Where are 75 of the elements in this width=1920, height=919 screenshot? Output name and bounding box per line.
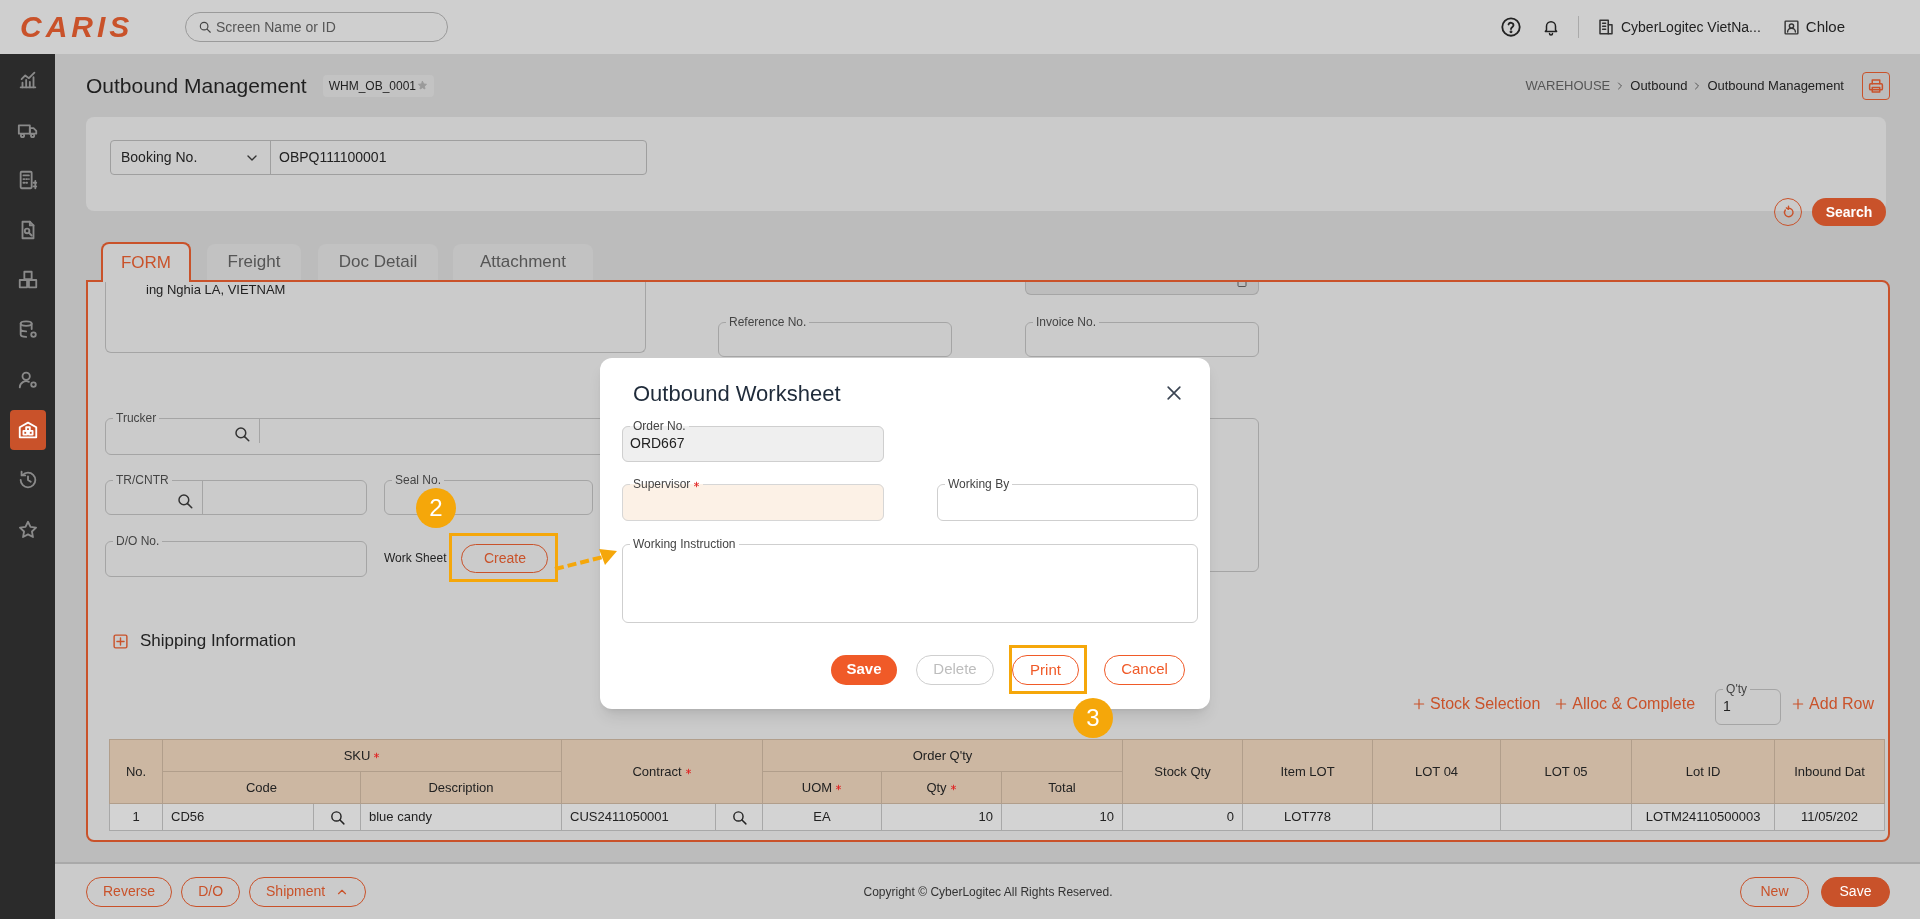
table-cell-text: CD56: [170, 808, 206, 827]
boxes-icon: [16, 269, 39, 291]
search-icon: [198, 20, 212, 34]
plus-icon: [1791, 697, 1806, 711]
column-header[interactable]: Contract: [561, 739, 763, 804]
printer-icon: [1867, 76, 1885, 95]
star-icon[interactable]: [417, 80, 429, 91]
search-icon[interactable]: [233, 425, 251, 443]
supervisor-field[interactable]: Supervisor: [622, 477, 884, 521]
tr-cntr-field[interactable]: TR/CNTR: [105, 473, 367, 515]
column-header[interactable]: LOT 05: [1500, 739, 1632, 804]
working-by-field[interactable]: Working By: [937, 477, 1198, 521]
user-name[interactable]: Chloe: [1805, 15, 1845, 39]
footer-button[interactable]: Save: [1821, 876, 1890, 907]
caris-logo: CARIS: [20, 12, 135, 42]
table-cell: LOT778: [1242, 803, 1373, 831]
column-header[interactable]: Stock Qty: [1122, 739, 1243, 804]
column-header[interactable]: Qty: [881, 771, 1002, 804]
column-header[interactable]: SKU: [162, 739, 562, 772]
screen-id: WHM_OB_0001: [328, 77, 417, 95]
date-field[interactable]: [1025, 282, 1259, 295]
calendar-icon: [1236, 282, 1248, 288]
address-field[interactable]: ing Nghia LA, VIETNAM: [105, 282, 646, 353]
page-title: Outbound Management: [86, 72, 307, 99]
reference-no-field[interactable]: Reference No.: [718, 315, 952, 357]
table-cell: blue candy: [360, 803, 562, 831]
user-icon: [1782, 18, 1800, 36]
column-header[interactable]: LOT 04: [1372, 739, 1501, 804]
column-header[interactable]: Inbound Dat: [1774, 739, 1885, 804]
tab[interactable]: Doc Detail: [318, 244, 438, 280]
working-instruction-field[interactable]: Working Instruction: [622, 537, 1198, 623]
table-cell-text: CUS2411050001: [569, 808, 670, 827]
company-name[interactable]: CyberLogitec VietNa...: [1620, 16, 1761, 38]
search-button[interactable]: Search: [1812, 198, 1886, 226]
copyright-text: Copyright © CyberLogitec All Rights Reserved.: [862, 883, 1114, 901]
search-icon[interactable]: [176, 491, 194, 510]
plus-icon: [1412, 697, 1427, 711]
warehouse-icon: [16, 419, 39, 441]
dialog-title: Outbound Worksheet: [633, 379, 841, 408]
close-icon: [1164, 383, 1184, 403]
print-button[interactable]: [1862, 71, 1890, 100]
order-no-field[interactable]: Order No. ORD667: [622, 419, 884, 462]
star-icon: [16, 519, 39, 541]
breadcrumb-item[interactable]: Outbound Management: [1707, 75, 1844, 96]
breadcrumb-item[interactable]: WAREHOUSE: [1525, 75, 1611, 96]
tab[interactable]: Attachment: [453, 244, 593, 280]
breadcrumb-item[interactable]: Outbound: [1630, 75, 1688, 96]
do-no-field[interactable]: D/O No.: [105, 534, 367, 577]
column-header[interactable]: Item LOT: [1242, 739, 1373, 804]
table-cell: 1: [109, 803, 163, 831]
table-cell: EA: [762, 803, 882, 831]
column-header[interactable]: Code: [162, 771, 361, 804]
column-header[interactable]: UOM: [762, 771, 882, 804]
plus-icon: [1554, 697, 1569, 711]
building-icon: [1596, 18, 1615, 36]
tab[interactable]: Freight: [207, 244, 301, 280]
invoice-no-field[interactable]: Invoice No.: [1025, 315, 1259, 357]
table-cell: 11/05/202: [1774, 803, 1885, 831]
table-cell: 10: [1001, 803, 1123, 831]
user-settings-icon: [16, 369, 39, 391]
search-icon: [730, 808, 748, 826]
table-cell: 0: [1122, 803, 1243, 831]
qty-field[interactable]: Q'ty 1: [1715, 682, 1782, 725]
column-header[interactable]: Lot ID: [1631, 739, 1775, 804]
search-icon: [328, 808, 346, 826]
section-title[interactable]: Shipping Information: [140, 628, 296, 654]
work-sheet-label: Work Sheet: [384, 550, 447, 567]
expand-icon[interactable]: [112, 632, 129, 650]
table-cell: LOTM24110500003: [1631, 803, 1775, 831]
help-icon[interactable]: [1499, 16, 1522, 38]
table-cell: 10: [881, 803, 1002, 831]
close-button[interactable]: [1164, 383, 1184, 403]
column-header[interactable]: Order Q'ty: [762, 739, 1123, 772]
column-header[interactable]: No.: [109, 739, 163, 804]
sidebar-item[interactable]: [9, 410, 46, 450]
